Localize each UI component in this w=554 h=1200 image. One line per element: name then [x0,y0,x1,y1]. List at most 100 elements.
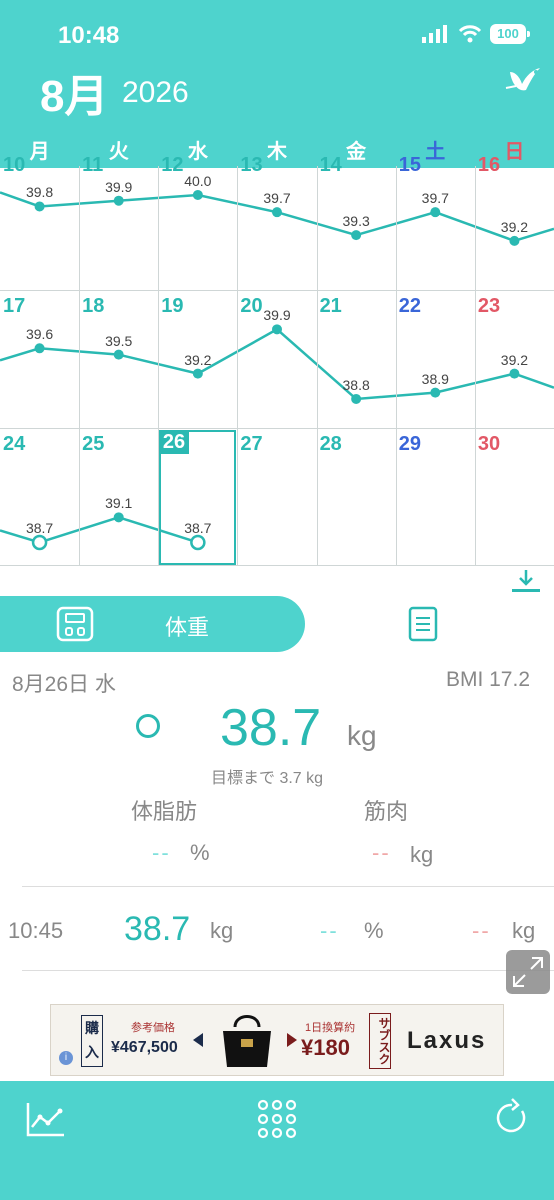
calendar-day-number[interactable]: 24 [3,433,25,456]
calendar-day-number[interactable]: 16 [478,154,500,177]
grid-row-line [0,565,554,566]
calendar-day-number[interactable]: 12 [161,154,183,177]
weight-trend-line [0,327,554,401]
calendar-weight-label: 39.2 [500,351,529,368]
calendar-weight-label: 39.3 [342,213,370,230]
scale-icon [56,606,94,642]
calendar-grid[interactable]: 10 11 12 13 14 15 16 39.8 39.9 40.0 39.7 39.3 39.7 39… [0,154,554,566]
calendar-weight-label: 39.2 [500,218,529,235]
weight-point[interactable] [113,512,124,523]
record-weight-unit: kg [210,918,234,943]
calendar-day-number[interactable]: 17 [3,295,25,318]
grid-row-line [0,428,554,429]
calendar-weight-label: 39.2 [184,351,212,368]
calendar-weight-label: 39.9 [105,178,133,195]
calendar-weight-label: 38.9 [421,370,449,387]
weight-trend-lines [0,189,554,551]
weight-point[interactable] [272,324,282,335]
weight-point[interactable] [113,349,124,360]
calendar-day-number[interactable]: 27 [240,433,262,456]
calendar-day-number[interactable]: 29 [399,433,421,456]
calendar-day-number[interactable]: 14 [320,154,342,177]
weight-point[interactable] [509,368,520,379]
bmi-value: BMI 17.2 [445,668,530,691]
ad-reference-label: 参考価格 [131,1022,175,1034]
weight-point[interactable] [192,368,203,379]
today-date-badge: 26 [159,430,189,454]
weight-point[interactable] [430,207,441,218]
record-muscle: -- [472,918,491,943]
body-fat-value[interactable]: -- [152,840,171,866]
muscle-value[interactable]: -- [372,840,391,866]
download-icon[interactable] [512,568,540,594]
year-title[interactable]: 2026 [122,76,189,110]
tab-weight-label: 体重 [165,615,210,640]
grid-col-line [79,166,80,566]
calendar-day-number[interactable]: 11 [82,154,103,177]
weight-point[interactable] [192,189,203,200]
tab-weight[interactable]: 体重 [0,596,305,652]
weight-point[interactable] [113,195,124,206]
divider [22,886,554,887]
weight-point[interactable] [34,201,45,212]
tab-bar: 体重 [0,596,554,652]
record-weight[interactable]: 38.7 [124,910,190,949]
calendar-day-number[interactable]: 23 [478,295,500,318]
ad-subscribe-label: サブスク [369,1013,391,1069]
ad-daily-price: ¥180 [301,1035,350,1060]
status-icons: 100 [422,24,530,44]
calendar-day-number[interactable]: 30 [478,433,500,456]
ad-brand: Laxus [407,1027,487,1054]
chart-icon[interactable] [26,1101,66,1137]
calendar-day-number[interactable]: 19 [161,295,183,318]
bird-logo-icon[interactable] [502,58,544,98]
grid-menu-icon[interactable] [257,1099,297,1139]
calendar-day-number[interactable]: 10 [3,154,25,177]
calendar-day-number[interactable]: 28 [320,433,342,456]
weight-point[interactable] [272,207,282,218]
month-title[interactable]: 8月 [40,60,108,124]
weight-point[interactable] [34,343,45,354]
calendar-day-number[interactable]: 18 [82,295,104,318]
signal-icon [422,25,447,43]
muscle-unit: kg [410,842,434,867]
grid-col-line [396,166,397,566]
weight-point[interactable] [31,534,48,551]
calendar-day-number[interactable]: 21 [320,295,342,318]
memo-icon[interactable] [408,606,438,642]
ad-daily-label: 1日換算約 [305,1022,356,1034]
status-time: 10:48 [58,22,120,49]
record-muscle-unit: kg [512,918,536,943]
ad-arrow-right-icon [287,1033,297,1047]
wifi-icon [458,25,482,43]
calendar-day-number[interactable]: 15 [399,154,421,177]
calendar-weight-label: 38.8 [342,376,370,393]
calendar-weight-label: 40.0 [184,172,212,189]
record-fat: -- [320,918,339,943]
calendar-day-number[interactable]: 13 [240,154,262,177]
calendar-weight-label: 39.8 [25,184,54,201]
selected-date: 8月26日 水 [12,673,116,696]
weight-point[interactable] [430,387,441,398]
calendar-weight-label: 38.7 [25,520,54,537]
calendar-weight-label: 39.1 [105,495,133,512]
weight-value[interactable]: 38.7 [220,698,321,758]
weight-point[interactable] [351,393,362,404]
bottom-toolbar [0,1081,554,1200]
goal-remaining: 目標まで 3.7 kg [211,770,324,787]
app-header: 10:48 100 8月 2026 月 火 水 木 金 土 日 [0,0,554,168]
calendar-day-number[interactable]: 20 [240,295,262,318]
calendar-day-number[interactable]: 25 [82,433,104,456]
calendar-weight-label: 39.7 [263,190,291,207]
sync-icon[interactable] [494,1097,530,1137]
weight-point[interactable] [509,235,520,246]
calendar-weight-label: 39.9 [263,307,291,324]
calendar-day-number[interactable]: 22 [399,295,421,318]
weight-unit: kg [347,720,377,751]
ad-arrow-left-icon [193,1033,203,1047]
ad-info-icon[interactable]: i [59,1051,73,1065]
weight-point[interactable] [351,230,362,241]
ad-banner[interactable]: 購入 参考価格 ¥467,500 1日換算約 ¥180 サブスク Laxus i [50,1004,504,1076]
expand-button[interactable] [506,950,550,994]
record-fat-unit: % [364,918,384,943]
